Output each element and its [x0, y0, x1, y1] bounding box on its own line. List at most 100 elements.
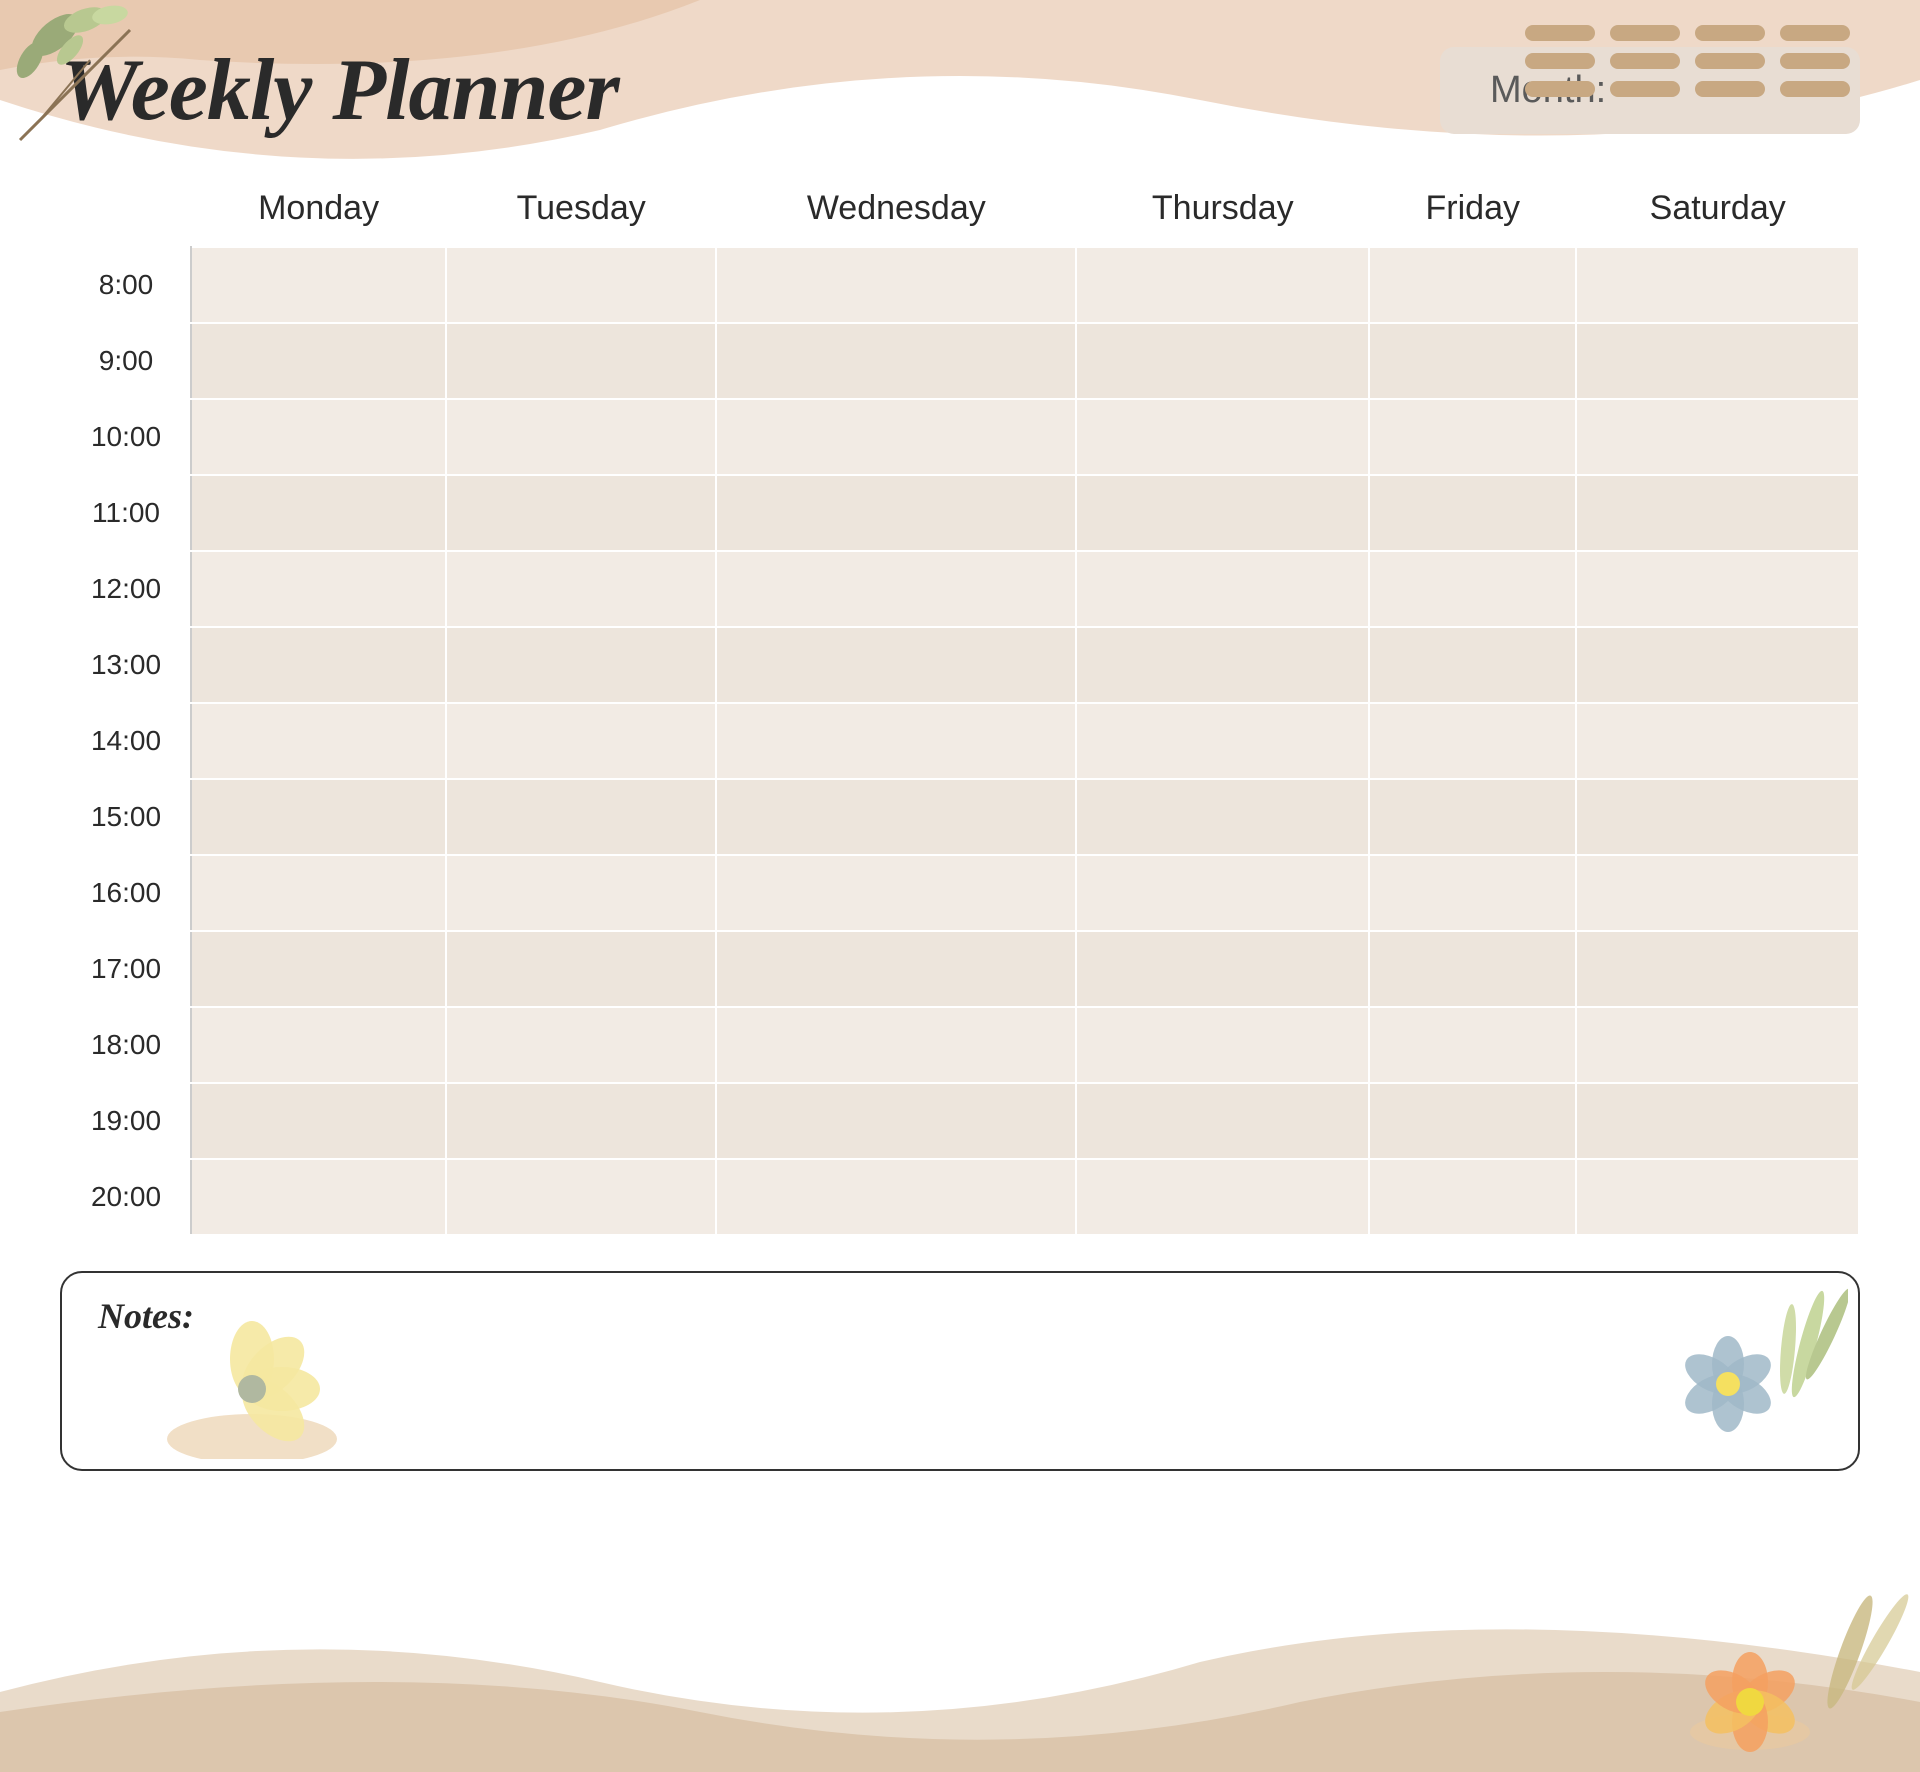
time-cell: 12:00 — [61, 551, 191, 627]
day-cell[interactable] — [1369, 247, 1576, 323]
day-cell[interactable] — [1076, 1083, 1369, 1159]
table-row: 12:00 — [61, 551, 1859, 627]
flower-decoration-left — [162, 1299, 342, 1459]
planner-table: Monday Tuesday Wednesday Thursday Friday… — [60, 171, 1860, 1236]
day-cell[interactable] — [446, 1007, 716, 1083]
day-cell[interactable] — [1369, 551, 1576, 627]
day-cell[interactable] — [1076, 1007, 1369, 1083]
table-row: 10:00 — [61, 399, 1859, 475]
day-cell[interactable] — [191, 551, 446, 627]
day-cell[interactable] — [1076, 323, 1369, 399]
day-cell[interactable] — [446, 247, 716, 323]
time-cell: 14:00 — [61, 703, 191, 779]
day-cell[interactable] — [446, 475, 716, 551]
day-cell[interactable] — [716, 399, 1076, 475]
day-cell[interactable] — [1369, 323, 1576, 399]
day-cell[interactable] — [1369, 627, 1576, 703]
day-cell[interactable] — [191, 475, 446, 551]
day-header-friday: Friday — [1369, 171, 1576, 247]
day-cell[interactable] — [446, 931, 716, 1007]
day-cell[interactable] — [191, 703, 446, 779]
day-cell[interactable] — [1076, 627, 1369, 703]
day-cell[interactable] — [716, 1083, 1076, 1159]
day-cell[interactable] — [1369, 779, 1576, 855]
day-cell[interactable] — [1076, 779, 1369, 855]
day-cell[interactable] — [716, 1007, 1076, 1083]
day-cell[interactable] — [716, 703, 1076, 779]
time-column-header — [61, 171, 191, 247]
day-cell[interactable] — [716, 855, 1076, 931]
day-cell[interactable] — [1076, 475, 1369, 551]
day-cell[interactable] — [191, 399, 446, 475]
day-cell[interactable] — [446, 855, 716, 931]
day-cell[interactable] — [1076, 703, 1369, 779]
day-cell[interactable] — [446, 1083, 716, 1159]
day-header-tuesday: Tuesday — [446, 171, 716, 247]
day-cell[interactable] — [1076, 551, 1369, 627]
table-row: 15:00 — [61, 779, 1859, 855]
table-row: 14:00 — [61, 703, 1859, 779]
day-cell[interactable] — [1076, 931, 1369, 1007]
day-cell[interactable] — [191, 1083, 446, 1159]
day-cell[interactable] — [1576, 931, 1859, 1007]
day-cell[interactable] — [191, 323, 446, 399]
day-cell[interactable] — [446, 627, 716, 703]
day-cell[interactable] — [1576, 399, 1859, 475]
day-cell[interactable] — [191, 779, 446, 855]
day-cell[interactable] — [191, 1159, 446, 1235]
time-cell: 9:00 — [61, 323, 191, 399]
day-cell[interactable] — [1576, 247, 1859, 323]
day-cell[interactable] — [191, 855, 446, 931]
day-cell[interactable] — [446, 779, 716, 855]
day-cell[interactable] — [1369, 855, 1576, 931]
day-cell[interactable] — [716, 779, 1076, 855]
day-cell[interactable] — [1369, 1083, 1576, 1159]
day-cell[interactable] — [1369, 1159, 1576, 1235]
day-cell[interactable] — [1076, 399, 1369, 475]
day-cell[interactable] — [191, 931, 446, 1007]
day-cell[interactable] — [446, 323, 716, 399]
day-cell[interactable] — [191, 1007, 446, 1083]
day-cell[interactable] — [716, 1159, 1076, 1235]
day-cell[interactable] — [1576, 703, 1859, 779]
day-header-monday: Monday — [191, 171, 446, 247]
day-cell[interactable] — [1576, 475, 1859, 551]
day-cell[interactable] — [446, 1159, 716, 1235]
day-cell[interactable] — [191, 627, 446, 703]
day-cell[interactable] — [1369, 931, 1576, 1007]
day-cell[interactable] — [716, 475, 1076, 551]
day-cell[interactable] — [1576, 323, 1859, 399]
day-header-saturday: Saturday — [1576, 171, 1859, 247]
day-cell[interactable] — [1576, 627, 1859, 703]
day-cell[interactable] — [1369, 475, 1576, 551]
day-cell[interactable] — [191, 247, 446, 323]
day-cell[interactable] — [1076, 247, 1369, 323]
day-cell[interactable] — [1369, 703, 1576, 779]
table-row: 13:00 — [61, 627, 1859, 703]
day-cell[interactable] — [1576, 779, 1859, 855]
day-cell[interactable] — [1576, 1159, 1859, 1235]
day-cell[interactable] — [716, 247, 1076, 323]
time-cell: 17:00 — [61, 931, 191, 1007]
day-cell[interactable] — [446, 703, 716, 779]
day-cell[interactable] — [716, 551, 1076, 627]
time-cell: 8:00 — [61, 247, 191, 323]
day-cell[interactable] — [1576, 855, 1859, 931]
day-cell[interactable] — [1576, 551, 1859, 627]
day-cell[interactable] — [1369, 399, 1576, 475]
dashes-decoration-topright — [1525, 15, 1905, 115]
day-cell[interactable] — [716, 931, 1076, 1007]
day-cell[interactable] — [1076, 855, 1369, 931]
day-cell[interactable] — [446, 551, 716, 627]
day-cell[interactable] — [1369, 1007, 1576, 1083]
day-cell[interactable] — [1576, 1083, 1859, 1159]
notes-box[interactable]: Notes: — [60, 1271, 1860, 1471]
table-row: 17:00 — [61, 931, 1859, 1007]
day-cell[interactable] — [716, 627, 1076, 703]
day-cell[interactable] — [1076, 1159, 1369, 1235]
day-cell[interactable] — [446, 399, 716, 475]
time-cell: 15:00 — [61, 779, 191, 855]
day-cell[interactable] — [716, 323, 1076, 399]
day-cell[interactable] — [1576, 1007, 1859, 1083]
bottom-wave-decoration — [0, 1552, 1920, 1772]
